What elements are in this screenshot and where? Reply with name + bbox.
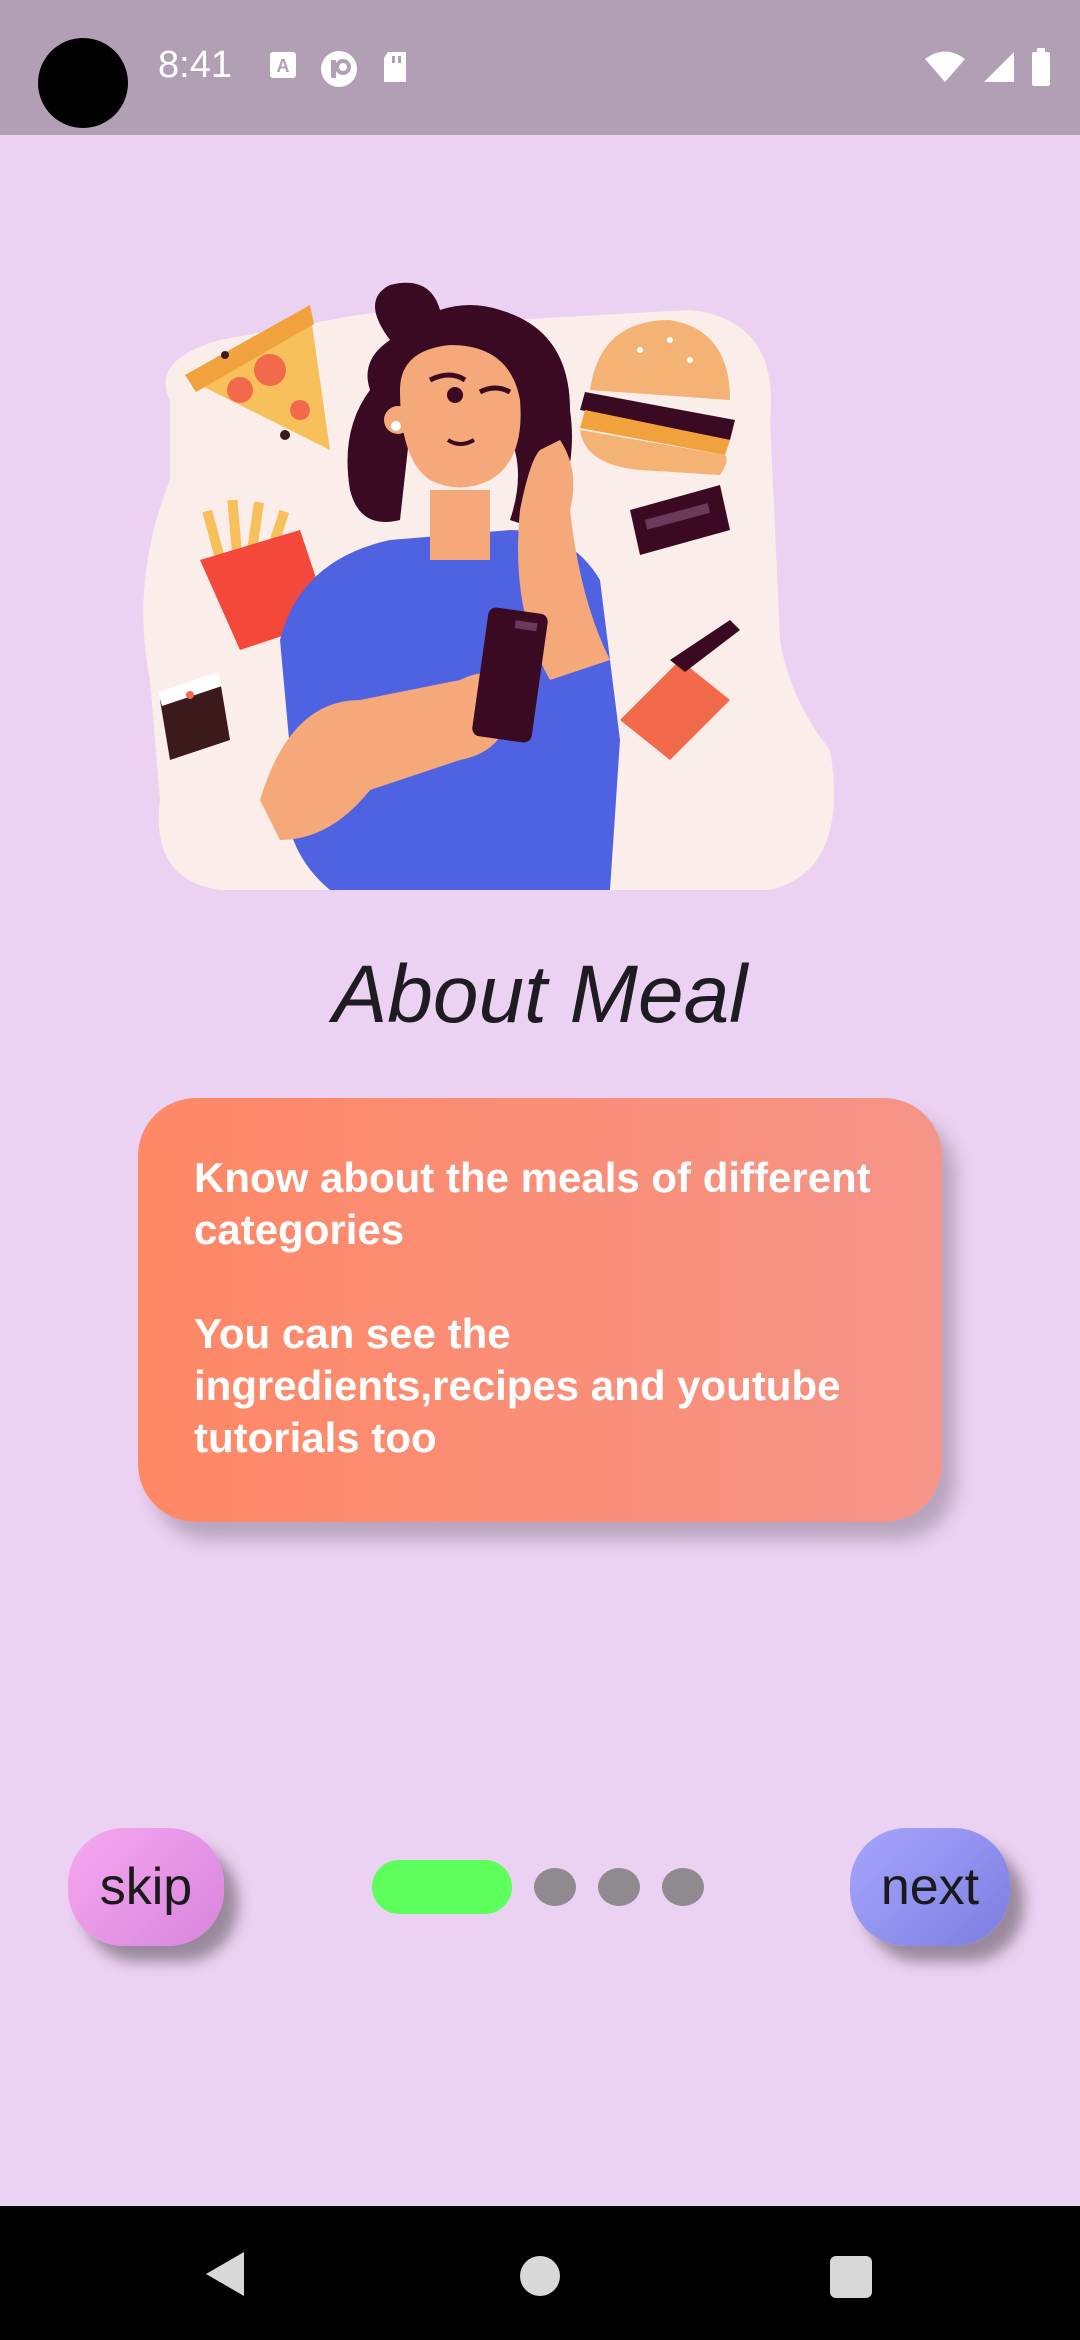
svg-text:A: A — [277, 56, 290, 76]
battery-icon — [1032, 48, 1050, 86]
skip-button[interactable]: skip — [68, 1828, 224, 1946]
card-paragraph-1: Know about the meals of different catego… — [194, 1154, 871, 1253]
notification-icons: A — [268, 50, 410, 88]
wifi-icon — [925, 51, 965, 82]
page-indicator — [372, 1860, 704, 1914]
back-icon[interactable] — [204, 2250, 246, 2298]
signal-icon — [984, 52, 1014, 82]
font-icon: A — [270, 52, 296, 78]
sd-card-icon — [384, 52, 406, 82]
camera-cutout — [38, 38, 128, 128]
next-button[interactable]: next — [850, 1828, 1010, 1946]
card-paragraph-2: You can see the ingredients,recipes and … — [194, 1310, 841, 1461]
info-card: Know about the meals of different catego… — [138, 1098, 942, 1522]
system-icons — [924, 48, 1052, 86]
page-dot-3[interactable] — [598, 1868, 640, 1906]
home-icon[interactable] — [520, 2256, 560, 2296]
page-dot-4[interactable] — [662, 1868, 704, 1906]
page-dot-1-active[interactable] — [372, 1860, 512, 1914]
recents-icon[interactable] — [830, 2256, 872, 2298]
status-time: 8:41 — [158, 44, 232, 86]
page-dot-2[interactable] — [534, 1868, 576, 1906]
page-title: About Meal — [332, 949, 748, 1040]
navigation-bar — [0, 2206, 1080, 2340]
woman-thinking-fast-food-illustration — [143, 282, 835, 890]
status-bar: 8:41 A — [0, 0, 1080, 135]
circle-p-icon — [321, 51, 357, 87]
